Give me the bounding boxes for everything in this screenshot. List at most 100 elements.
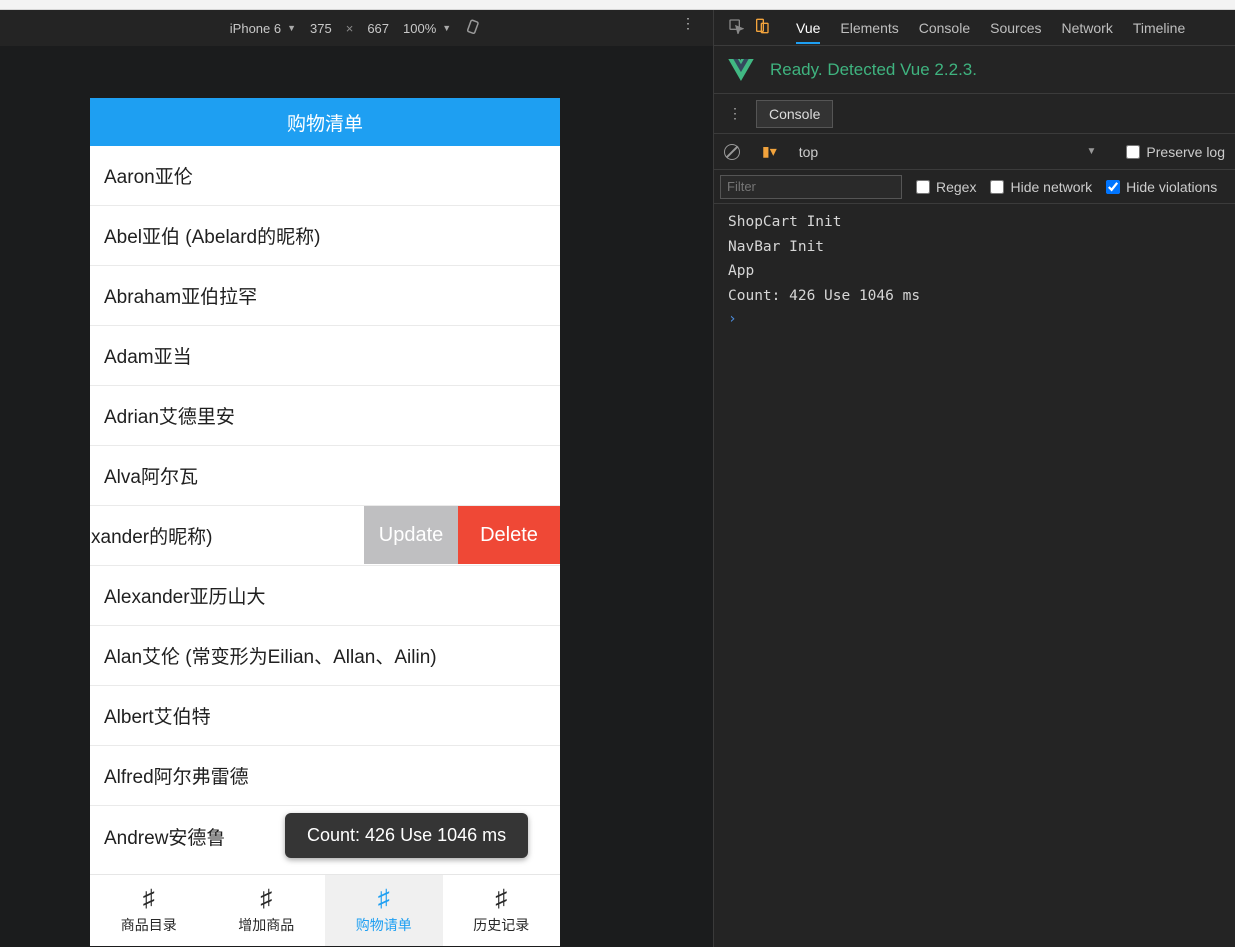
clear-console-icon[interactable] — [724, 144, 740, 160]
hide-violations-checkbox[interactable] — [1106, 180, 1120, 194]
tab-console[interactable]: Console — [919, 12, 970, 44]
app-body[interactable]: Aaron亚伦 Abel亚伯 (Abelard的昵称) Abraham亚伯拉罕 … — [90, 146, 560, 946]
log-line: ShopCart Init — [728, 210, 1221, 235]
tab-timeline[interactable]: Timeline — [1133, 12, 1185, 44]
device-width[interactable]: 375 — [310, 21, 332, 36]
console-prompt-icon[interactable]: › — [728, 309, 1221, 327]
filter-icon[interactable]: ▮▾ — [762, 143, 777, 160]
device-name: iPhone 6 — [230, 21, 281, 36]
console-drawer-tab[interactable]: Console — [756, 100, 833, 128]
console-toolbar: ▮▾ top ▼ Preserve log — [714, 134, 1235, 170]
vue-status-row: Ready. Detected Vue 2.2.3. — [714, 46, 1235, 94]
hide-network-checkbox[interactable] — [990, 180, 1004, 194]
hide-violations-label: Hide violations — [1126, 179, 1217, 195]
tab-vue[interactable]: Vue — [796, 12, 820, 44]
tab-label: 购物请单 — [356, 915, 412, 935]
more-icon[interactable]: ⋮ — [724, 105, 746, 122]
tab-sources[interactable]: Sources — [990, 12, 1041, 44]
toast-message: Count: 426 Use 1046 ms — [285, 813, 528, 858]
hide-violations-toggle[interactable]: Hide violations — [1106, 179, 1217, 195]
tab-network[interactable]: Network — [1061, 12, 1112, 44]
preserve-log-toggle[interactable]: Preserve log — [1126, 144, 1225, 160]
tabbar: ♯ 商品目录 ♯ 增加商品 ♯ 购物请单 ♯ 历 — [90, 874, 560, 946]
console-filter-bar: Regex Hide network Hide violations — [714, 170, 1235, 204]
regex-checkbox[interactable] — [916, 180, 930, 194]
app-header: 购物清单 — [90, 98, 560, 146]
delete-button[interactable]: Delete — [458, 506, 560, 564]
tab-catalog[interactable]: ♯ 商品目录 — [90, 875, 208, 946]
tab-history[interactable]: ♯ 历史记录 — [443, 875, 561, 946]
phone-frame: 购物清单 Aaron亚伦 Abel亚伯 (Abelard的昵称) Abraham… — [90, 98, 560, 946]
vue-status-text: Ready. Detected Vue 2.2.3. — [770, 60, 977, 80]
list-item-label: Aaron亚伦 — [104, 162, 193, 189]
device-toolbar: iPhone 6 ▼ 375 × 667 100% ▼ ⋮ — [0, 10, 713, 46]
hash-icon: ♯ — [143, 887, 155, 911]
vue-logo-icon — [728, 59, 754, 81]
device-height[interactable]: 667 — [367, 21, 389, 36]
devtools-tabs: Vue Elements Console Sources Network Tim… — [714, 10, 1235, 46]
hash-icon: ♯ — [378, 887, 390, 911]
phone-stage: 购物清单 Aaron亚伦 Abel亚伯 (Abelard的昵称) Abraham… — [0, 82, 713, 947]
ruler-spacer — [0, 46, 713, 82]
hash-icon: ♯ — [495, 887, 507, 911]
list-item[interactable]: Alexander亚历山大 — [90, 566, 560, 626]
list-item[interactable]: Aaron亚伦 — [90, 146, 560, 206]
devtools-panel: Vue Elements Console Sources Network Tim… — [713, 10, 1235, 947]
list-item[interactable]: Alfred阿尔弗雷德 — [90, 746, 560, 806]
list-item-label: Alan艾伦 (常变形为Eilian、Allan、Ailin) — [104, 642, 437, 669]
tab-label: 增加商品 — [238, 915, 294, 935]
preserve-log-label: Preserve log — [1146, 144, 1225, 160]
workspace: iPhone 6 ▼ 375 × 667 100% ▼ ⋮ 购物清单 — [0, 10, 1235, 947]
hide-network-toggle[interactable]: Hide network — [990, 179, 1092, 195]
chevron-down-icon: ▼ — [287, 23, 296, 33]
device-select[interactable]: iPhone 6 ▼ — [230, 21, 296, 36]
hide-network-label: Hide network — [1010, 179, 1092, 195]
tab-elements[interactable]: Elements — [840, 12, 898, 44]
chevron-down-icon: ▼ — [1087, 146, 1097, 157]
update-button[interactable]: Update — [364, 506, 458, 564]
list-item-label: Abel亚伯 (Abelard的昵称) — [104, 222, 320, 249]
list-item-label: Alva阿尔瓦 — [104, 462, 198, 489]
list-item[interactable]: Abel亚伯 (Abelard的昵称) — [90, 206, 560, 266]
log-line: NavBar Init — [728, 235, 1221, 260]
tab-label: 历史记录 — [473, 915, 529, 935]
zoom-value: 100% — [403, 21, 436, 36]
zoom-select[interactable]: 100% ▼ — [403, 21, 451, 36]
list-item-swiped[interactable]: xander的昵称) Update Delete — [90, 506, 560, 566]
list-item[interactable]: Alva阿尔瓦 — [90, 446, 560, 506]
tab-label: 商品目录 — [121, 915, 177, 935]
list-item-label: Albert艾伯特 — [104, 702, 211, 729]
execution-context-select[interactable]: top — [799, 144, 1065, 160]
times-label: × — [346, 21, 354, 36]
preserve-log-checkbox[interactable] — [1126, 145, 1140, 159]
list-item-label: Adrian艾德里安 — [104, 402, 235, 429]
list-item[interactable]: Abraham亚伯拉罕 — [90, 266, 560, 326]
log-line: Count: 426 Use 1046 ms — [728, 284, 1221, 309]
console-drawer-header: ⋮ Console — [714, 94, 1235, 134]
hash-icon: ♯ — [260, 887, 272, 911]
more-icon[interactable]: ⋮ — [681, 20, 695, 26]
list-item[interactable]: Albert艾伯特 — [90, 686, 560, 746]
list-item-label: Abraham亚伯拉罕 — [104, 282, 257, 309]
tab-cart[interactable]: ♯ 购物请单 — [325, 875, 443, 946]
inspect-icon[interactable] — [728, 18, 744, 37]
console-log-area[interactable]: ShopCart Init NavBar Init App Count: 426… — [714, 204, 1235, 947]
filter-input[interactable] — [720, 175, 902, 199]
list-item-label: Alfred阿尔弗雷德 — [104, 762, 249, 789]
list-item-label: Adam亚当 — [104, 342, 192, 369]
list-item-label: Andrew安德鲁 — [104, 823, 225, 850]
regex-toggle[interactable]: Regex — [916, 179, 976, 195]
list-item-label: Alexander亚历山大 — [104, 582, 266, 609]
left-pane: iPhone 6 ▼ 375 × 667 100% ▼ ⋮ 购物清单 — [0, 10, 713, 947]
device-toggle-icon[interactable] — [754, 18, 770, 37]
list-item-label: xander的昵称) — [90, 506, 364, 564]
regex-label: Regex — [936, 179, 976, 195]
swipe-inner: xander的昵称) Update Delete — [90, 506, 560, 564]
list-item[interactable]: Alan艾伦 (常变形为Eilian、Allan、Ailin) — [90, 626, 560, 686]
chevron-down-icon: ▼ — [442, 23, 451, 33]
tab-add[interactable]: ♯ 增加商品 — [208, 875, 326, 946]
browser-chrome — [0, 0, 1235, 10]
rotate-icon[interactable] — [465, 19, 483, 37]
list-item[interactable]: Adam亚当 — [90, 326, 560, 386]
list-item[interactable]: Adrian艾德里安 — [90, 386, 560, 446]
